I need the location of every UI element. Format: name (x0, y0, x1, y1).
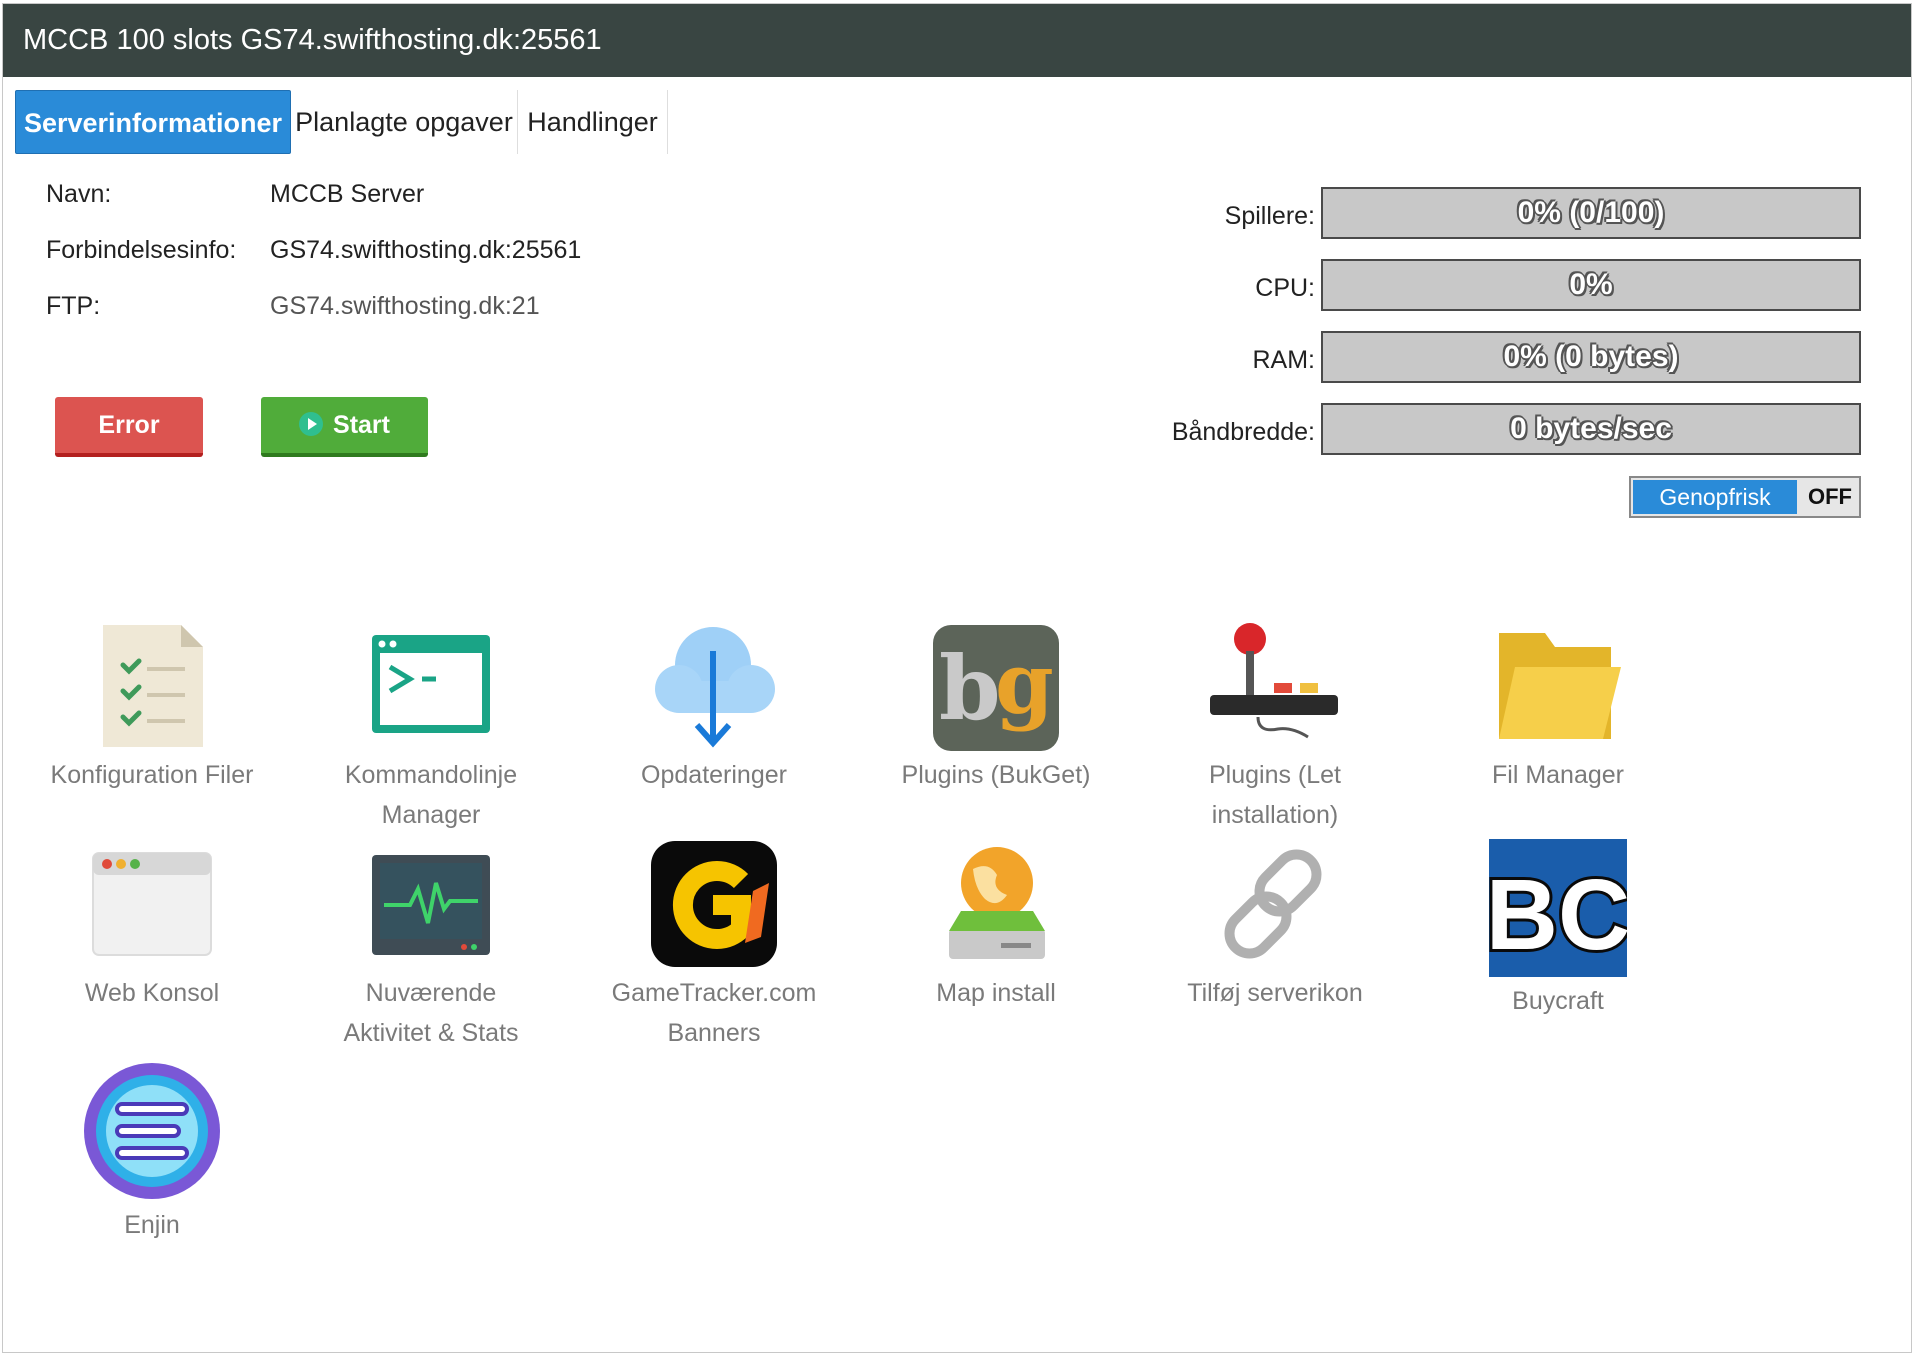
tab-serverinformationer[interactable]: Serverinformationer (15, 90, 291, 154)
gametracker-logo-icon (651, 841, 777, 967)
tile-label: Map install (936, 979, 1056, 1007)
tile-opdateringer[interactable]: Opdateringer (589, 621, 839, 795)
error-button-label: Error (98, 411, 160, 439)
ram-label: RAM: (1252, 346, 1316, 374)
tile-label: Enjin (124, 1211, 180, 1239)
cpu-progress-bar: 0% (1321, 259, 1861, 311)
tile-label-line-2: Manager (381, 801, 481, 829)
tile-gametracker-banners[interactable]: GameTracker.com Banners (589, 839, 839, 1053)
tile-nuvaerende-aktivitet-stats[interactable]: Nuværende Aktivitet & Stats (306, 839, 556, 1053)
tile-plugins-let-installation[interactable]: Plugins (Let installation) (1150, 621, 1400, 835)
name-value: MCCB Server (270, 180, 425, 208)
players-label: Spillere: (1224, 202, 1315, 230)
ram-progress-bar: 0% (0 bytes) (1321, 331, 1861, 383)
enjin-logo-icon (84, 1063, 220, 1199)
tile-label: Tilføj serverikon (1187, 979, 1363, 1007)
ram-progress-text: 0% (0 bytes) (1503, 340, 1679, 373)
server-panel-window: MCCB 100 slots GS74.swifthosting.dk:2556… (2, 3, 1912, 1353)
bukget-logo-icon: b g (933, 625, 1059, 751)
tile-label: Fil Manager (1492, 761, 1624, 789)
tab-handlinger[interactable]: Handlinger (518, 90, 668, 154)
name-label: Navn: (46, 180, 112, 208)
globe-drive-icon (949, 847, 1045, 959)
svg-text:g: g (995, 634, 1054, 733)
connection-info-value: GS74.swifthosting.dk:25561 (270, 236, 582, 264)
players-progress-bar: 0% (0/100) (1321, 187, 1861, 239)
tile-label-line-2: Banners (667, 1019, 761, 1047)
tile-label: Web Konsol (84, 979, 220, 1007)
cloud-download-icon (655, 627, 775, 748)
chain-link-icon (1224, 849, 1322, 959)
start-button[interactable]: Start (261, 397, 428, 457)
tile-kommandolinje-manager[interactable]: Kommandolinje Manager (306, 621, 556, 835)
refresh-toggle-label: Genopfrisk (1633, 480, 1797, 514)
bandwidth-label: Båndbredde: (1171, 418, 1315, 446)
browser-window-icon (92, 852, 212, 956)
folder-icon (1499, 633, 1621, 739)
svg-text:b: b (939, 636, 1001, 740)
monitor-pulse-icon (372, 855, 490, 955)
joystick-icon (1210, 623, 1338, 739)
tile-web-konsol[interactable]: Web Konsol (27, 839, 277, 1013)
bandwidth-progress-text: 0 bytes/sec (1510, 412, 1672, 445)
connection-info-label: Forbindelsesinfo: (46, 236, 237, 264)
tile-label-line-2: Aktivitet & Stats (343, 1019, 519, 1047)
start-button-label: Start (333, 411, 390, 439)
tile-label-line-1: Nuværende (365, 979, 497, 1007)
refresh-toggle[interactable]: Genopfrisk OFF (1629, 476, 1861, 518)
tile-label: Opdateringer (641, 761, 787, 789)
tile-label: Plugins (BukGet) (901, 761, 1091, 789)
document-checklist-icon (103, 625, 203, 747)
tile-label: Buycraft (1512, 987, 1604, 1015)
cpu-label: CPU: (1255, 274, 1315, 302)
ftp-value[interactable]: GS74.swifthosting.dk:21 (270, 292, 540, 321)
svg-text:BC: BC (1489, 859, 1627, 971)
cpu-progress-text: 0% (1569, 268, 1613, 301)
tile-label-line-1: GameTracker.com (611, 979, 817, 1007)
play-icon (299, 412, 324, 437)
terminal-icon (372, 635, 490, 733)
tile-enjin[interactable]: Enjin (27, 1061, 277, 1245)
ftp-label: FTP: (46, 292, 101, 320)
tile-map-install[interactable]: Map install (871, 839, 1121, 1013)
tile-buycraft[interactable]: BC Buycraft (1433, 839, 1683, 1021)
buycraft-logo-icon: BC (1489, 839, 1627, 977)
refresh-toggle-state: OFF (1808, 484, 1852, 509)
error-status-button[interactable]: Error (55, 397, 203, 457)
tile-fil-manager[interactable]: Fil Manager (1433, 621, 1683, 795)
tile-label: Konfiguration Filer (50, 761, 254, 789)
tab-planlagte-opgaver[interactable]: Planlagte opgaver (291, 90, 518, 154)
tile-konfiguration-filer[interactable]: Konfiguration Filer (27, 621, 277, 795)
window-title: MCCB 100 slots GS74.swifthosting.dk:2556… (3, 4, 1911, 77)
tile-tilfoj-serverikon[interactable]: Tilføj serverikon (1150, 839, 1400, 1013)
tile-label-line-2: installation) (1211, 801, 1339, 829)
bandwidth-progress-bar: 0 bytes/sec (1321, 403, 1861, 455)
tile-label-line-1: Kommandolinje (344, 761, 518, 789)
tile-plugins-bukget[interactable]: b g Plugins (BukGet) (871, 621, 1121, 795)
players-progress-text: 0% (0/100) (1517, 196, 1665, 229)
tile-label-line-1: Plugins (Let (1208, 761, 1342, 789)
